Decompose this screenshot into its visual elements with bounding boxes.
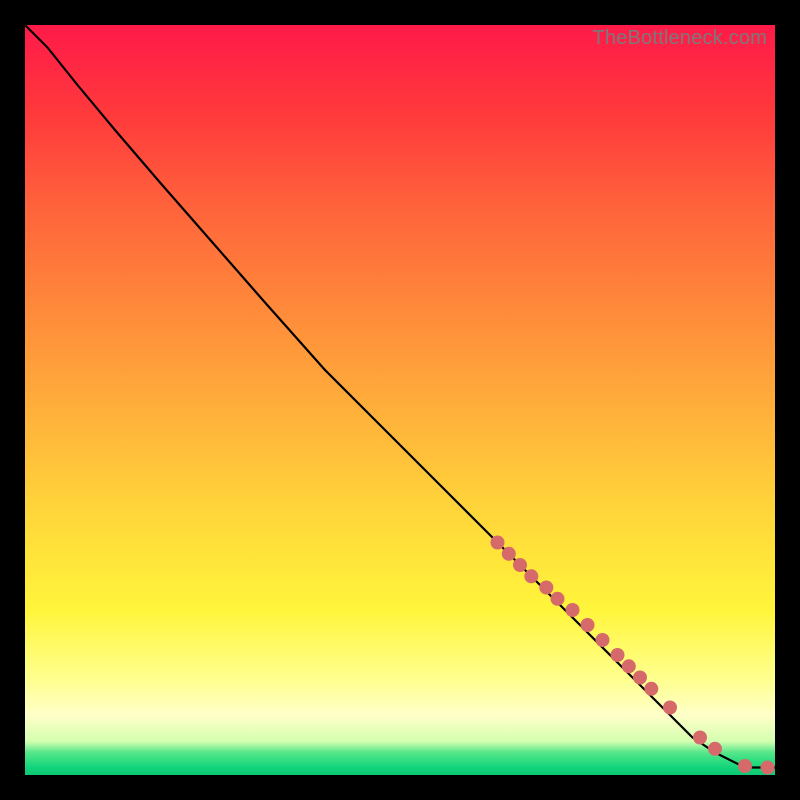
data-marker: [513, 558, 527, 572]
data-marker: [502, 547, 516, 561]
marker-group: [491, 536, 775, 775]
data-marker: [622, 659, 636, 673]
data-marker: [524, 569, 538, 583]
data-marker: [581, 618, 595, 632]
data-marker: [761, 761, 775, 775]
data-marker: [708, 742, 722, 756]
chart-overlay: [25, 25, 775, 775]
data-marker: [566, 603, 580, 617]
data-curve: [25, 25, 775, 768]
data-marker: [663, 701, 677, 715]
data-marker: [539, 581, 553, 595]
data-marker: [491, 536, 505, 550]
data-marker: [611, 648, 625, 662]
chart-frame: TheBottleneck.com: [0, 0, 800, 800]
data-marker: [693, 731, 707, 745]
data-marker: [644, 682, 658, 696]
plot-area: TheBottleneck.com: [25, 25, 775, 775]
data-marker: [633, 671, 647, 685]
data-marker: [738, 759, 752, 773]
data-marker: [551, 592, 565, 606]
data-marker: [596, 633, 610, 647]
